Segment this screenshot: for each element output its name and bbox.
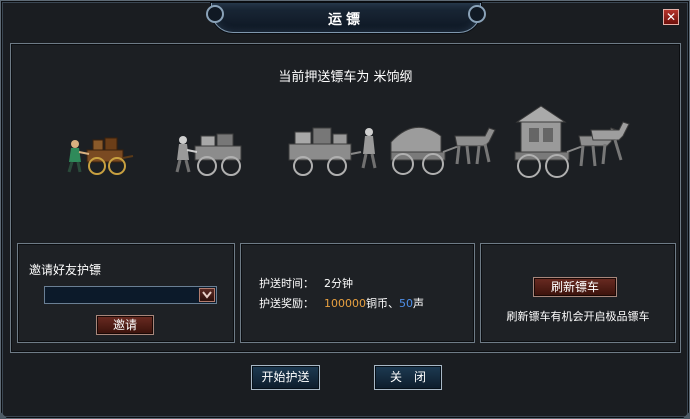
cart-level-5-icon[interactable]: [507, 100, 631, 182]
refresh-note: 刷新镖车有机会开启极品镖车: [506, 310, 650, 323]
main-frame: 当前押送镖车为 米饷纲 邀请好友护镖 邀请 护送时间： 2分钟 护送奖励： 10…: [10, 43, 681, 353]
window-title: 运镖: [328, 12, 364, 28]
refresh-cart-button[interactable]: 刷新镖车: [533, 277, 617, 297]
reward-info-panel: 护送时间： 2分钟 护送奖励： 100000铜币、50声: [240, 243, 475, 343]
close-icon[interactable]: ✕: [663, 9, 679, 25]
escort-window: 运镖 ✕ 当前押送镖车为 米饷纲 邀请好友护镖 邀请 护送时间： 2分钟 护送奖…: [0, 0, 690, 419]
escort-reward-label: 护送奖励：: [259, 297, 314, 310]
refresh-panel: 刷新镖车 刷新镖车有机会开启极品镖车: [480, 243, 676, 343]
current-escort-text: 当前押送镖车为 米饷纲: [278, 70, 413, 85]
friend-select[interactable]: [44, 286, 217, 304]
chevron-down-icon[interactable]: [199, 288, 215, 302]
cart-level-1-icon[interactable]: [63, 128, 135, 178]
title-plate: 运镖: [206, 3, 486, 33]
invite-button[interactable]: 邀请: [96, 315, 154, 335]
escort-time-value: 2分钟: [324, 277, 353, 290]
close-button[interactable]: 关闭: [374, 365, 442, 390]
escort-reward-row: 护送奖励： 100000铜币、50声: [259, 295, 424, 311]
reward-fame-value: 50: [399, 297, 413, 310]
invite-title: 邀请好友护镖: [29, 263, 102, 277]
cart-level-2-icon[interactable]: [171, 128, 251, 178]
corner-ornament: [683, 412, 690, 419]
invite-panel: 邀请好友护镖 邀请: [17, 243, 235, 343]
cart-level-4-icon[interactable]: [385, 112, 497, 180]
escort-time-label: 护送时间：: [259, 277, 314, 290]
corner-ornament: [0, 412, 7, 419]
reward-copper-value: 100000: [324, 297, 366, 310]
cart-level-3-icon[interactable]: [283, 122, 383, 178]
reward-copper-unit: 铜币、: [366, 297, 399, 310]
reward-fame-unit: 声: [413, 297, 424, 310]
start-escort-button[interactable]: 开始护送: [251, 365, 320, 390]
escort-time-row: 护送时间： 2分钟: [259, 275, 353, 291]
cart-gallery: [11, 94, 682, 244]
